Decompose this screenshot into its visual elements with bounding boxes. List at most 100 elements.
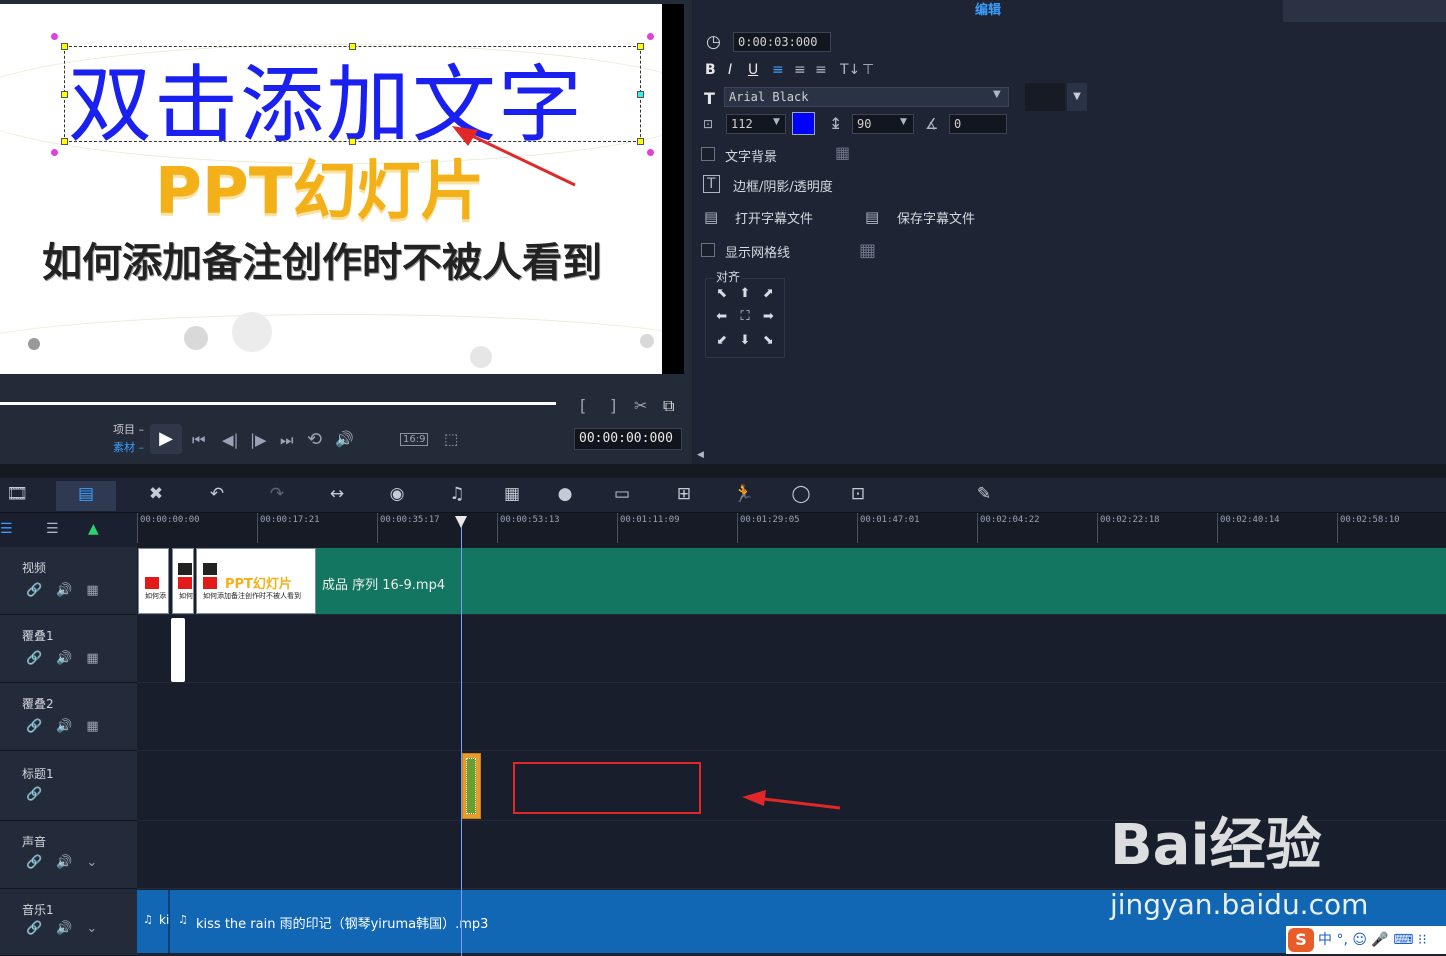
music-clip-label[interactable]: kiss the rain 雨的印记（钢琴yiruma韩国）.mp3: [196, 913, 488, 932]
track-overlay2[interactable]: [137, 683, 1446, 751]
track-header-overlay2[interactable]: 覆叠2 🔗🔊▦: [0, 683, 137, 751]
track-controls[interactable]: 🔗🔊⌄: [26, 921, 111, 936]
rotation-field[interactable]: 0: [949, 114, 1007, 134]
pan-zoom-icon[interactable]: ⊡: [844, 484, 872, 504]
resize-handle[interactable]: [349, 43, 356, 50]
video-clip-thumb[interactable]: 如何添: [138, 548, 169, 614]
go-end-icon[interactable]: ⏭: [280, 431, 294, 449]
timeline-ruler[interactable]: 00:00:00:00 00:00:17:21 00:00:35:17 00:0…: [137, 513, 1446, 547]
align-top-right-icon[interactable]: ⬈: [757, 286, 780, 309]
track-header-voice[interactable]: 声音 🔗🔊⌄: [0, 821, 137, 889]
italic-icon[interactable]: I: [728, 62, 732, 78]
track-controls[interactable]: 🔗🔊▦: [26, 651, 113, 666]
subtitle-editor-icon[interactable]: ▭: [608, 484, 636, 504]
motion-tracking-icon[interactable]: ●: [551, 484, 579, 504]
multi-camera-icon[interactable]: ⊞: [670, 484, 698, 504]
play-button[interactable]: ▶: [150, 424, 182, 454]
track-header-music1[interactable]: 音乐1 🔗🔊⌄: [0, 889, 137, 956]
scissors-icon[interactable]: ✂: [634, 396, 647, 415]
border-shadow-label[interactable]: 边框/阴影/透明度: [733, 176, 833, 195]
timeline-view-icon[interactable]: ▤: [72, 484, 100, 504]
color-preview[interactable]: [1025, 83, 1065, 111]
resize-handle[interactable]: [637, 43, 644, 50]
storyboard-view-icon[interactable]: 🎞: [3, 484, 31, 504]
align-left-icon[interactable]: ⬅: [710, 309, 733, 332]
font-select[interactable]: Arial Black: [724, 87, 1009, 107]
chevron-down-icon[interactable]: ▼: [900, 117, 907, 127]
mark-out-button[interactable]: ]: [610, 396, 616, 415]
crop-icon[interactable]: ⬚: [444, 430, 458, 448]
open-subtitle-button[interactable]: 打开字幕文件: [735, 208, 813, 227]
playhead-line[interactable]: [461, 517, 462, 956]
bold-icon[interactable]: B: [705, 62, 716, 78]
video-clip-thumb[interactable]: PPT幻灯片 如何添加备注创作时不被人看到: [196, 548, 316, 614]
align-left-icon[interactable]: ≡: [772, 62, 784, 78]
tab-attribute[interactable]: [1283, 0, 1446, 22]
next-frame-icon[interactable]: |▶: [250, 431, 267, 449]
tab-edit[interactable]: 编辑: [693, 0, 1283, 22]
track-controls[interactable]: 🔗🔊⌄: [26, 855, 111, 870]
video-clip-thumb[interactable]: 如何: [172, 548, 194, 614]
track-overlay1[interactable]: [137, 615, 1446, 683]
timeline-splitter[interactable]: [0, 464, 1446, 478]
copy-icon[interactable]: ⧉: [663, 396, 674, 416]
resize-handle[interactable]: [61, 138, 68, 145]
video-clip[interactable]: [316, 548, 1446, 614]
vertical-text-icon[interactable]: ⊤: [862, 62, 874, 78]
preview-timecode[interactable]: 00:00:00:000: [574, 428, 682, 450]
underline-icon[interactable]: U: [748, 62, 758, 78]
track-manager-icon[interactable]: ☰: [0, 521, 13, 537]
overlay-clip[interactable]: [171, 618, 185, 682]
track-header-overlay1[interactable]: 覆叠1 🔗🔊▦: [0, 615, 137, 683]
chevron-down-icon[interactable]: ▼: [1067, 83, 1087, 111]
track-controls[interactable]: 🔗🔊▦: [26, 719, 113, 734]
mask-creator-icon[interactable]: ◯: [787, 484, 815, 504]
undo-icon[interactable]: ↶: [203, 484, 231, 504]
text-direction-icon[interactable]: T↓: [840, 62, 860, 78]
chapter-marker-icon[interactable]: ▲: [88, 521, 99, 537]
duration-field[interactable]: 0:00:03:000: [733, 32, 831, 52]
show-grid-checkbox[interactable]: [701, 243, 715, 257]
mode-switch[interactable]: 项目 – 素材 –: [113, 421, 144, 457]
save-subtitle-button[interactable]: 保存字幕文件: [897, 208, 975, 227]
track-header-title1[interactable]: 标题1 🔗: [0, 751, 137, 821]
auto-music-icon[interactable]: ▦: [498, 484, 526, 504]
align-right-icon[interactable]: ≡: [815, 62, 827, 78]
align-top-left-icon[interactable]: ⬉: [710, 286, 733, 309]
align-center-icon[interactable]: ≡: [794, 62, 806, 78]
scrub-bar[interactable]: [0, 402, 556, 405]
align-bottom-right-icon[interactable]: ⬊: [757, 333, 780, 356]
grid-settings-icon[interactable]: ▦: [859, 240, 876, 261]
chevron-down-icon[interactable]: ▼: [993, 89, 1001, 100]
mode-clip-label[interactable]: 素材 –: [113, 439, 144, 457]
rotate-handle[interactable]: [647, 149, 654, 156]
text-color-swatch[interactable]: [792, 112, 815, 135]
align-bottom-icon[interactable]: ⬇: [733, 333, 756, 356]
playhead-handle[interactable]: [455, 516, 467, 528]
resize-handle[interactable]: [637, 138, 644, 145]
align-right-icon[interactable]: ➡: [757, 309, 780, 332]
open-subtitle-icon[interactable]: ▤: [704, 208, 718, 226]
align-bottom-left-icon[interactable]: ⬋: [710, 333, 733, 356]
prev-frame-icon[interactable]: ◀|: [222, 431, 239, 449]
collapse-panel-icon[interactable]: ◀: [697, 450, 704, 460]
tools-icon[interactable]: ✖: [142, 484, 170, 504]
border-icon[interactable]: T: [703, 175, 720, 193]
track-controls[interactable]: 🔗🔊▦: [26, 583, 113, 598]
rotate-handle[interactable]: [51, 33, 58, 40]
resize-handle[interactable]: [637, 91, 644, 98]
mode-project-label[interactable]: 项目 –: [113, 421, 144, 439]
record-capture-icon[interactable]: ◉: [383, 484, 411, 504]
time-remap-icon[interactable]: 🏃: [730, 484, 758, 504]
text-background-icon[interactable]: ▦: [835, 143, 850, 162]
aspect-ratio-button[interactable]: 16:9: [400, 433, 429, 446]
save-subtitle-icon[interactable]: ▤: [865, 208, 879, 226]
ime-logo[interactable]: S: [1288, 928, 1314, 952]
audio-mixer-icon[interactable]: ♫: [443, 484, 471, 504]
add-track-icon[interactable]: ☰: [46, 521, 59, 537]
align-top-icon[interactable]: ⬆: [733, 286, 756, 309]
redo-icon[interactable]: ↷: [263, 484, 291, 504]
mark-in-button[interactable]: [: [580, 396, 586, 415]
smart-package-icon[interactable]: ✎: [970, 484, 998, 504]
chevron-down-icon[interactable]: ▼: [773, 117, 780, 127]
